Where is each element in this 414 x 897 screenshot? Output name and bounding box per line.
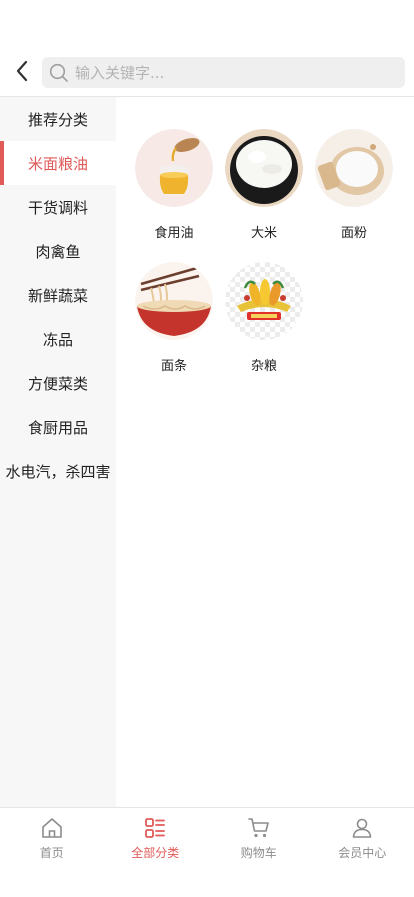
tab-member-center[interactable]: 会员中心 [311,808,414,897]
search-input[interactable] [73,63,377,83]
subcategory-mixed-grains[interactable]: 杂粮 [219,262,309,395]
sidebar-item-frozen[interactable]: 冻品 [0,317,116,361]
sidebar-item-label: 水电汽，杀四害 [5,461,110,482]
user-icon [350,816,374,840]
back-button[interactable] [10,58,34,84]
tab-label: 首页 [40,844,64,861]
subcategory-noodles[interactable]: 面条 [129,262,219,395]
sidebar-item-rice-noodles-grain-oil[interactable]: 米面粮油 [0,141,116,185]
sidebar-item-label: 冻品 [43,329,73,350]
subcategory-cooking-oil[interactable]: 食用油 [129,129,219,262]
sidebar-item-label: 新鲜蔬菜 [28,285,88,306]
sidebar-item-dry-goods-seasoning[interactable]: 干货调料 [0,185,116,229]
sidebar-item-label: 推荐分类 [28,109,88,130]
subcategory-rice[interactable]: 大米 [219,129,309,262]
tab-all-categories[interactable]: 全部分类 [104,808,208,897]
mixed-grains-image [225,262,303,340]
sidebar-item-kitchen-supplies[interactable]: 食厨用品 [0,405,116,449]
cart-icon [247,816,271,840]
cooking-oil-image [135,129,213,207]
sidebar-item-label: 食厨用品 [28,417,88,438]
search-icon [49,63,69,83]
subcategory-flour[interactable]: 面粉 [309,129,399,262]
chevron-left-icon [15,60,29,82]
sidebar-item-label: 肉禽鱼 [35,241,80,262]
category-sidebar: 推荐分类 米面粮油 干货调料 肉禽鱼 新鲜蔬菜 冻品 方便菜类 食厨用品 水电汽… [0,97,116,807]
sidebar-item-recommended[interactable]: 推荐分类 [0,97,116,141]
subcategory-label: 面条 [161,355,187,374]
subcategory-label: 面粉 [341,222,367,241]
bottom-tab-bar: 首页 全部分类 购物车 [0,807,414,897]
sidebar-item-fresh-vegetables[interactable]: 新鲜蔬菜 [0,273,116,317]
tab-cart[interactable]: 购物车 [207,808,311,897]
subcategory-grid: 食用油 大米 [129,129,414,395]
subcategory-label: 大米 [251,222,277,241]
tab-home[interactable]: 首页 [0,808,104,897]
top-header [0,48,414,96]
tab-label: 全部分类 [131,844,179,861]
subcategory-label: 杂粮 [251,355,277,374]
noodles-bowl-image [135,262,213,340]
tab-label: 会员中心 [338,844,386,861]
flour-bowl-image [315,129,393,207]
sidebar-item-convenience-dishes[interactable]: 方便菜类 [0,361,116,405]
subcategory-panel: 食用油 大米 [116,97,414,807]
sidebar-item-utilities-pest-control[interactable]: 水电汽，杀四害 [0,449,116,493]
tab-label: 购物车 [241,844,277,861]
subcategory-label: 食用油 [154,222,193,241]
sidebar-item-label: 干货调料 [28,197,88,218]
home-icon [40,816,64,840]
sidebar-item-label: 米面粮油 [28,153,88,174]
search-bar[interactable] [42,57,405,88]
sidebar-item-meat-poultry-fish[interactable]: 肉禽鱼 [0,229,116,273]
category-list-icon [143,816,167,840]
sidebar-item-label: 方便菜类 [28,373,88,394]
rice-bowl-image [225,129,303,207]
